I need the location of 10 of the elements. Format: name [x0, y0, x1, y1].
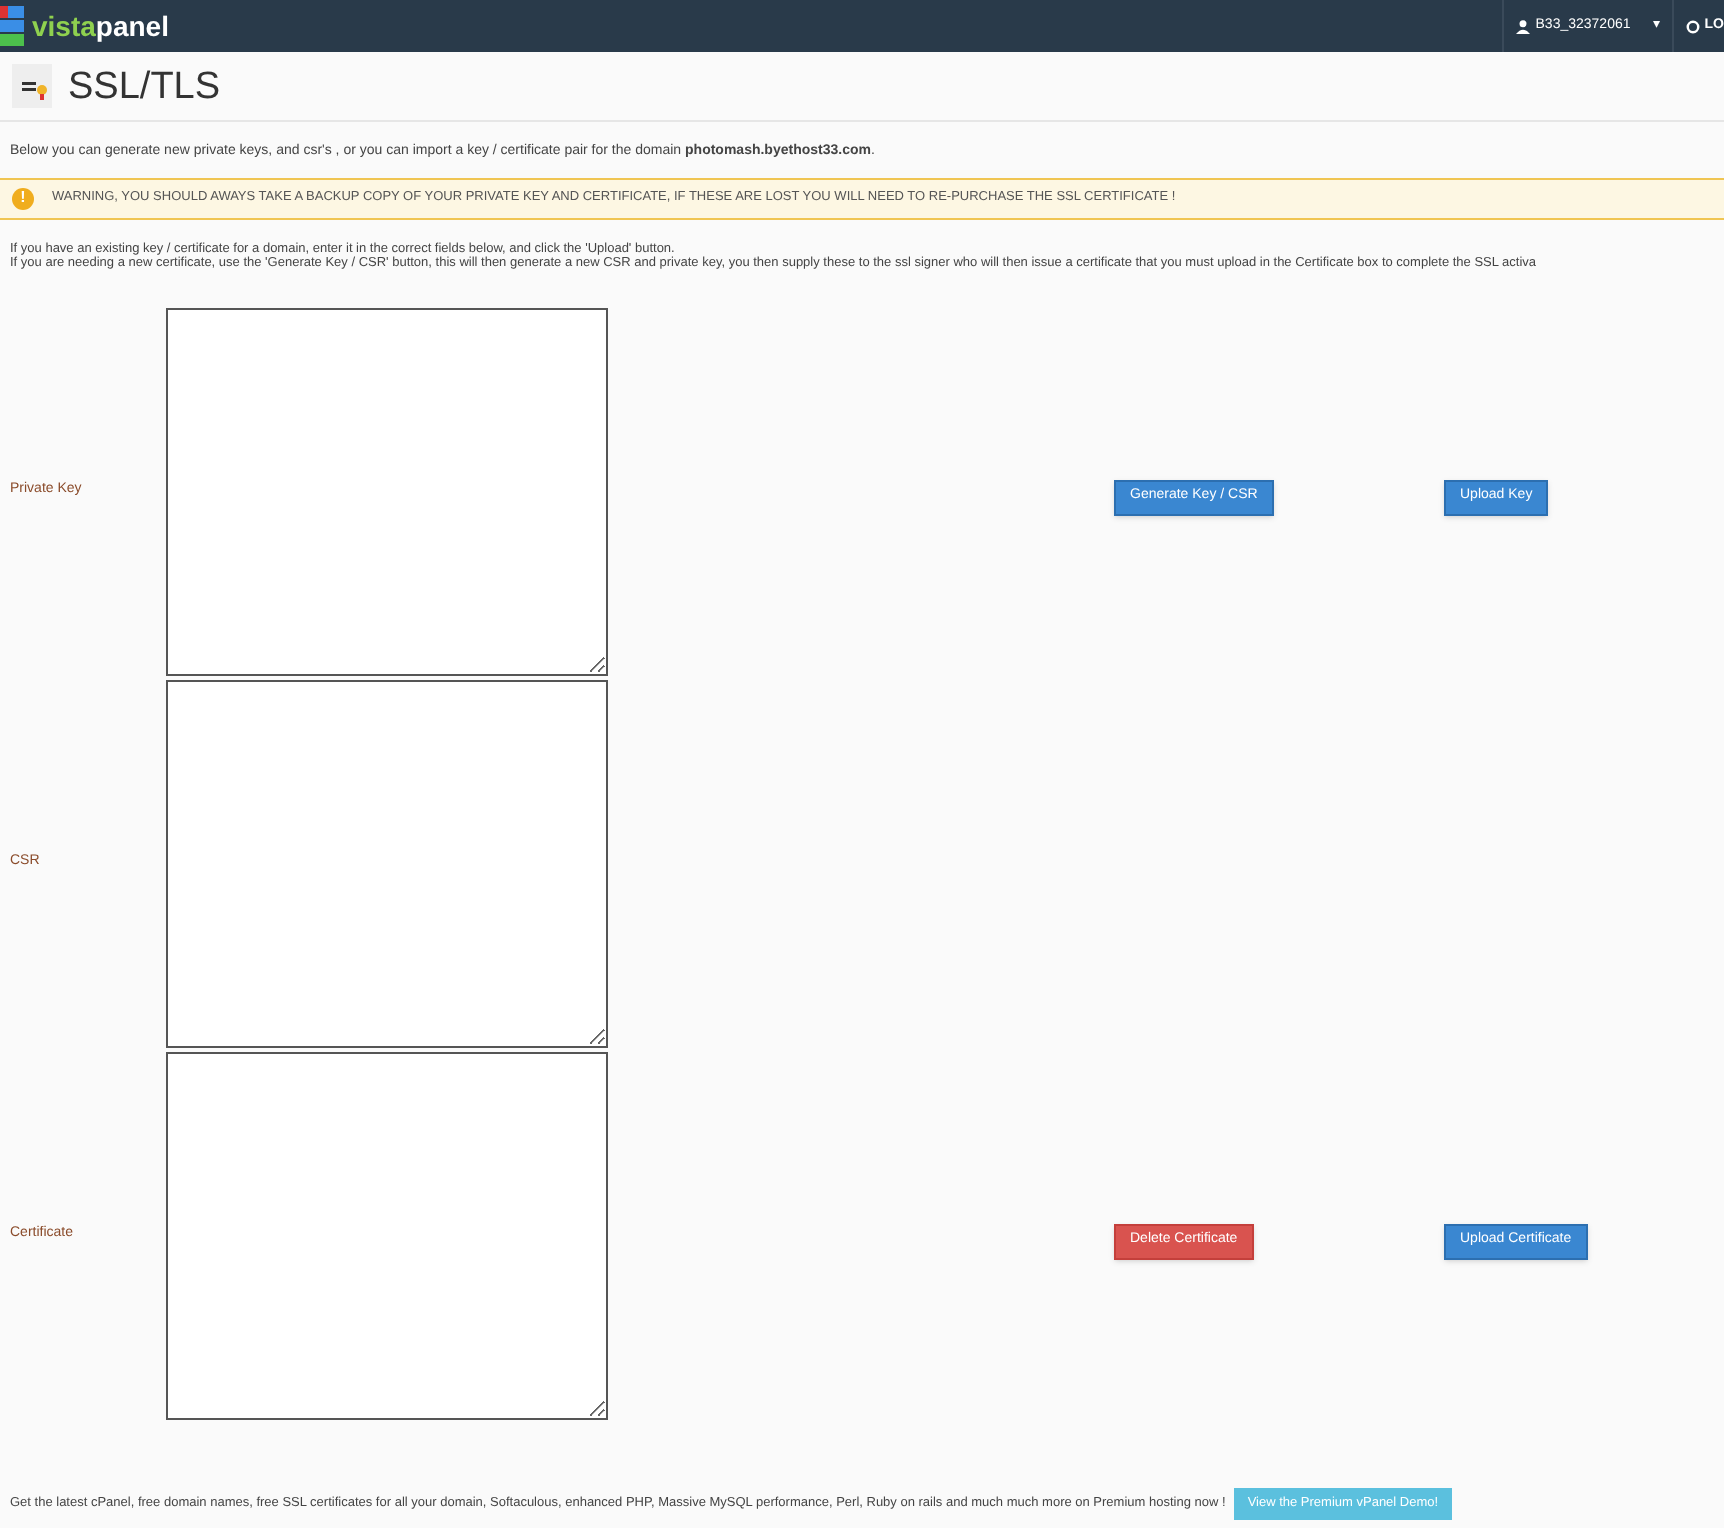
user-icon	[1515, 19, 1530, 33]
text-area[interactable]	[166, 307, 608, 675]
logo-text: vistapanel	[32, 12, 169, 40]
logo-icon	[0, 6, 24, 46]
page-title: SSL/TLS	[68, 67, 221, 105]
text-area[interactable]	[166, 679, 608, 1047]
logout-icon	[1686, 19, 1701, 33]
text-area[interactable]	[166, 1051, 608, 1419]
certificate-icon	[12, 64, 52, 108]
warning-icon: !	[12, 187, 34, 209]
